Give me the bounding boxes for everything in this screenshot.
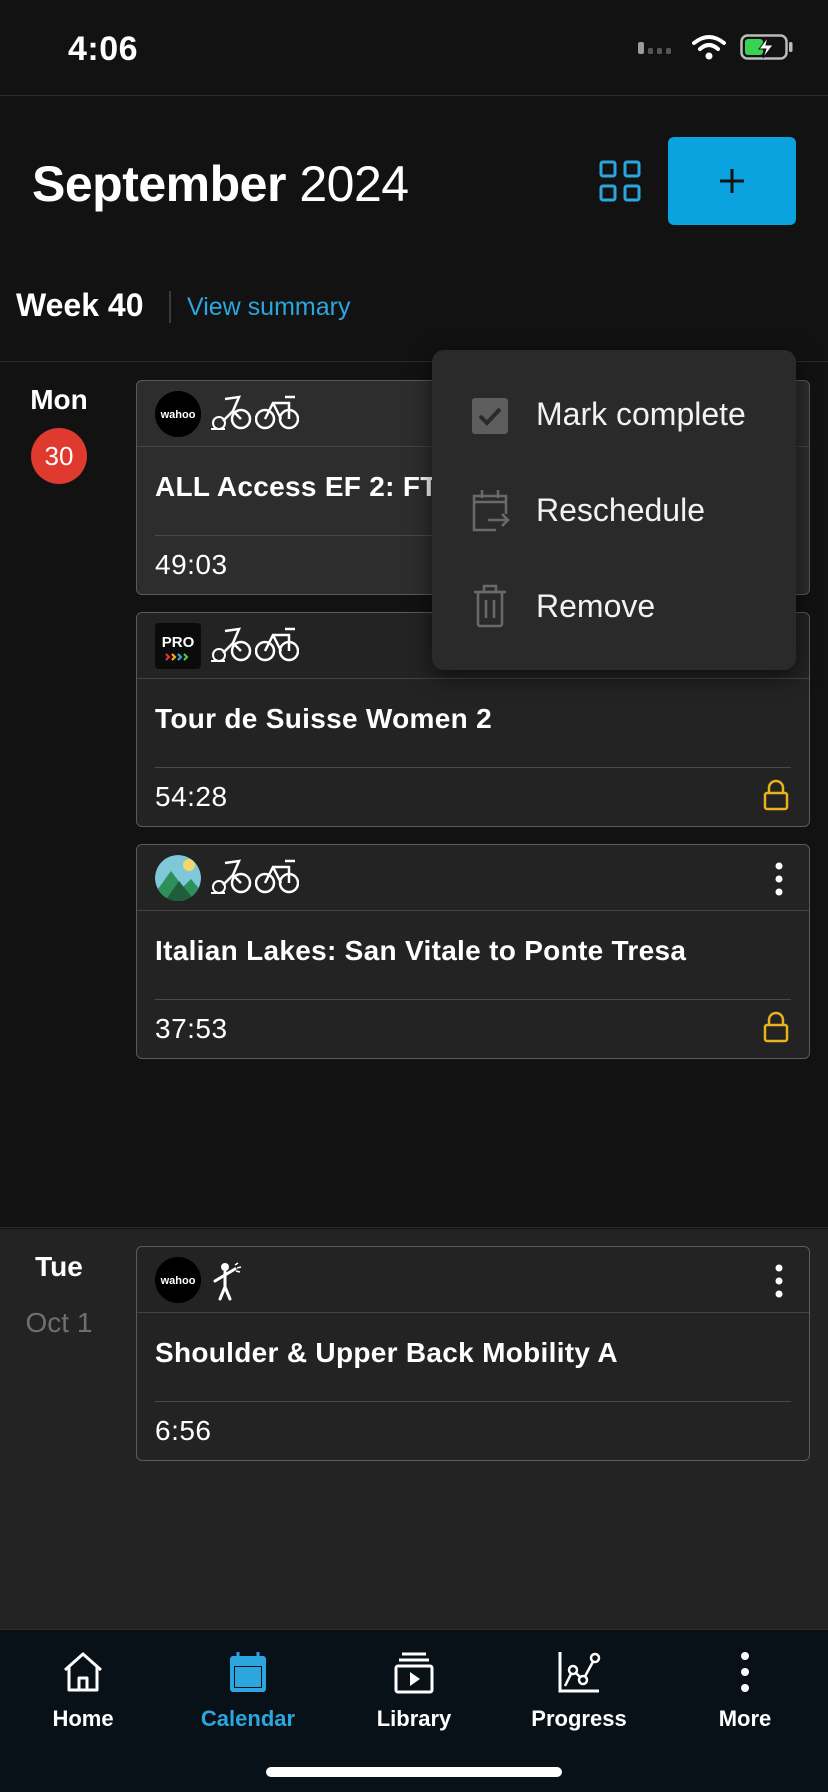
- home-icon: [64, 1652, 102, 1692]
- nav-home[interactable]: Home: [0, 1642, 166, 1746]
- nav-label: More: [718, 1706, 772, 1731]
- card-divider: [155, 1401, 791, 1402]
- nav-label: Calendar: [200, 1706, 296, 1731]
- card-header: [137, 845, 809, 911]
- indoor-cycling-icon: [211, 859, 252, 894]
- remove-menu-item[interactable]: Remove: [432, 558, 796, 654]
- workout-duration: 6:56: [155, 1415, 212, 1446]
- view-summary-link[interactable]: View summary: [187, 293, 350, 322]
- reschedule-menu-item[interactable]: Reschedule: [432, 462, 796, 558]
- week-label: Week 40: [16, 287, 144, 323]
- mobility-icon: [213, 1262, 242, 1301]
- lock-icon: [763, 1011, 789, 1043]
- day-date: Oct 1: [25, 1307, 93, 1338]
- workout-duration: 37:53: [155, 1013, 228, 1044]
- nav-library[interactable]: Library: [331, 1642, 497, 1746]
- workout-duration: 54:28: [155, 781, 228, 812]
- cellular-signal-icon: [638, 42, 671, 54]
- card-header: wahoo: [137, 1247, 809, 1313]
- nav-label: Progress: [531, 1706, 627, 1731]
- nav-more[interactable]: More: [662, 1642, 828, 1746]
- workout-title: Italian Lakes: San Vitale to Ponte Tresa: [155, 935, 687, 966]
- calendar-header: September 2024 Week 40 View summary: [0, 97, 828, 362]
- outdoor-cycling-icon: [255, 627, 299, 662]
- workout-context-menu: Mark complete Reschedule Remove: [432, 350, 796, 670]
- status-bar: 4:06: [0, 0, 828, 96]
- today-date-badge: 30: [31, 428, 87, 484]
- scenic-route-icon: [155, 855, 201, 901]
- nav-label: Library: [376, 1706, 452, 1731]
- day-name: Mon: [30, 384, 88, 415]
- nav-progress[interactable]: Progress: [496, 1642, 662, 1746]
- calendar-icon: [230, 1652, 266, 1692]
- workout-duration: 49:03: [155, 549, 228, 580]
- more-options-icon[interactable]: [769, 861, 789, 897]
- workout-card[interactable]: Italian Lakes: San Vitale to Ponte Tresa…: [136, 844, 810, 1059]
- trash-icon: [474, 584, 506, 628]
- pro-logo-icon: PRO: [155, 623, 201, 669]
- day-name: Tue: [35, 1251, 83, 1282]
- more-vertical-icon: [741, 1652, 749, 1692]
- library-icon: [394, 1652, 434, 1694]
- menu-item-label: Reschedule: [536, 492, 705, 528]
- year-label: 2024: [299, 156, 409, 212]
- card-divider: [155, 999, 791, 1000]
- workout-card[interactable]: wahoo Shoulder & Upper Back Mobility A 6…: [136, 1246, 810, 1461]
- wifi-icon: [692, 35, 726, 60]
- plus-icon: [720, 169, 744, 193]
- workout-type-icons: [209, 395, 299, 431]
- workout-type-icons: [209, 1261, 245, 1301]
- workout-type-icons: [209, 627, 299, 663]
- wahoo-logo-icon: wahoo: [155, 1257, 201, 1303]
- month-label: September: [32, 156, 286, 212]
- card-divider: [155, 767, 791, 768]
- wahoo-logo-icon: wahoo: [155, 391, 201, 437]
- progress-chart-icon: [558, 1652, 601, 1693]
- calendar-arrow-icon: [472, 490, 510, 532]
- status-icons: [638, 34, 794, 60]
- month-title[interactable]: September 2024: [32, 155, 409, 213]
- menu-item-label: Remove: [536, 588, 656, 624]
- svg-text:wahoo: wahoo: [160, 1275, 196, 1287]
- day-section-tue: Tue Oct 1 wahoo Shoulder & Upper Back Mo…: [0, 1229, 828, 1629]
- battery-charging-icon: [740, 34, 793, 60]
- grid-view-icon[interactable]: [598, 159, 642, 203]
- more-options-icon[interactable]: [769, 1263, 789, 1299]
- outdoor-cycling-icon: [255, 395, 299, 430]
- home-indicator[interactable]: [266, 1767, 562, 1777]
- workout-title: Tour de Suisse Women 2: [155, 703, 492, 734]
- indoor-cycling-icon: [211, 395, 252, 430]
- indoor-cycling-icon: [211, 627, 252, 662]
- mark-complete-menu-item[interactable]: Mark complete: [432, 366, 796, 462]
- svg-text:PRO: PRO: [162, 634, 195, 651]
- checkbox-icon: [472, 398, 508, 434]
- week-divider: [169, 291, 171, 323]
- status-time: 4:06: [68, 30, 139, 68]
- workout-title: ALL Access EF 2: FT: [155, 471, 438, 502]
- nav-calendar[interactable]: Calendar: [165, 1642, 331, 1746]
- outdoor-cycling-icon: [255, 859, 299, 894]
- workout-type-icons: [209, 859, 299, 895]
- menu-item-label: Mark complete: [536, 396, 746, 432]
- nav-label: Home: [52, 1706, 114, 1731]
- lock-icon: [763, 779, 789, 811]
- add-workout-button[interactable]: [668, 137, 796, 225]
- workout-title: Shoulder & Upper Back Mobility A: [155, 1337, 618, 1368]
- svg-text:wahoo: wahoo: [160, 409, 196, 421]
